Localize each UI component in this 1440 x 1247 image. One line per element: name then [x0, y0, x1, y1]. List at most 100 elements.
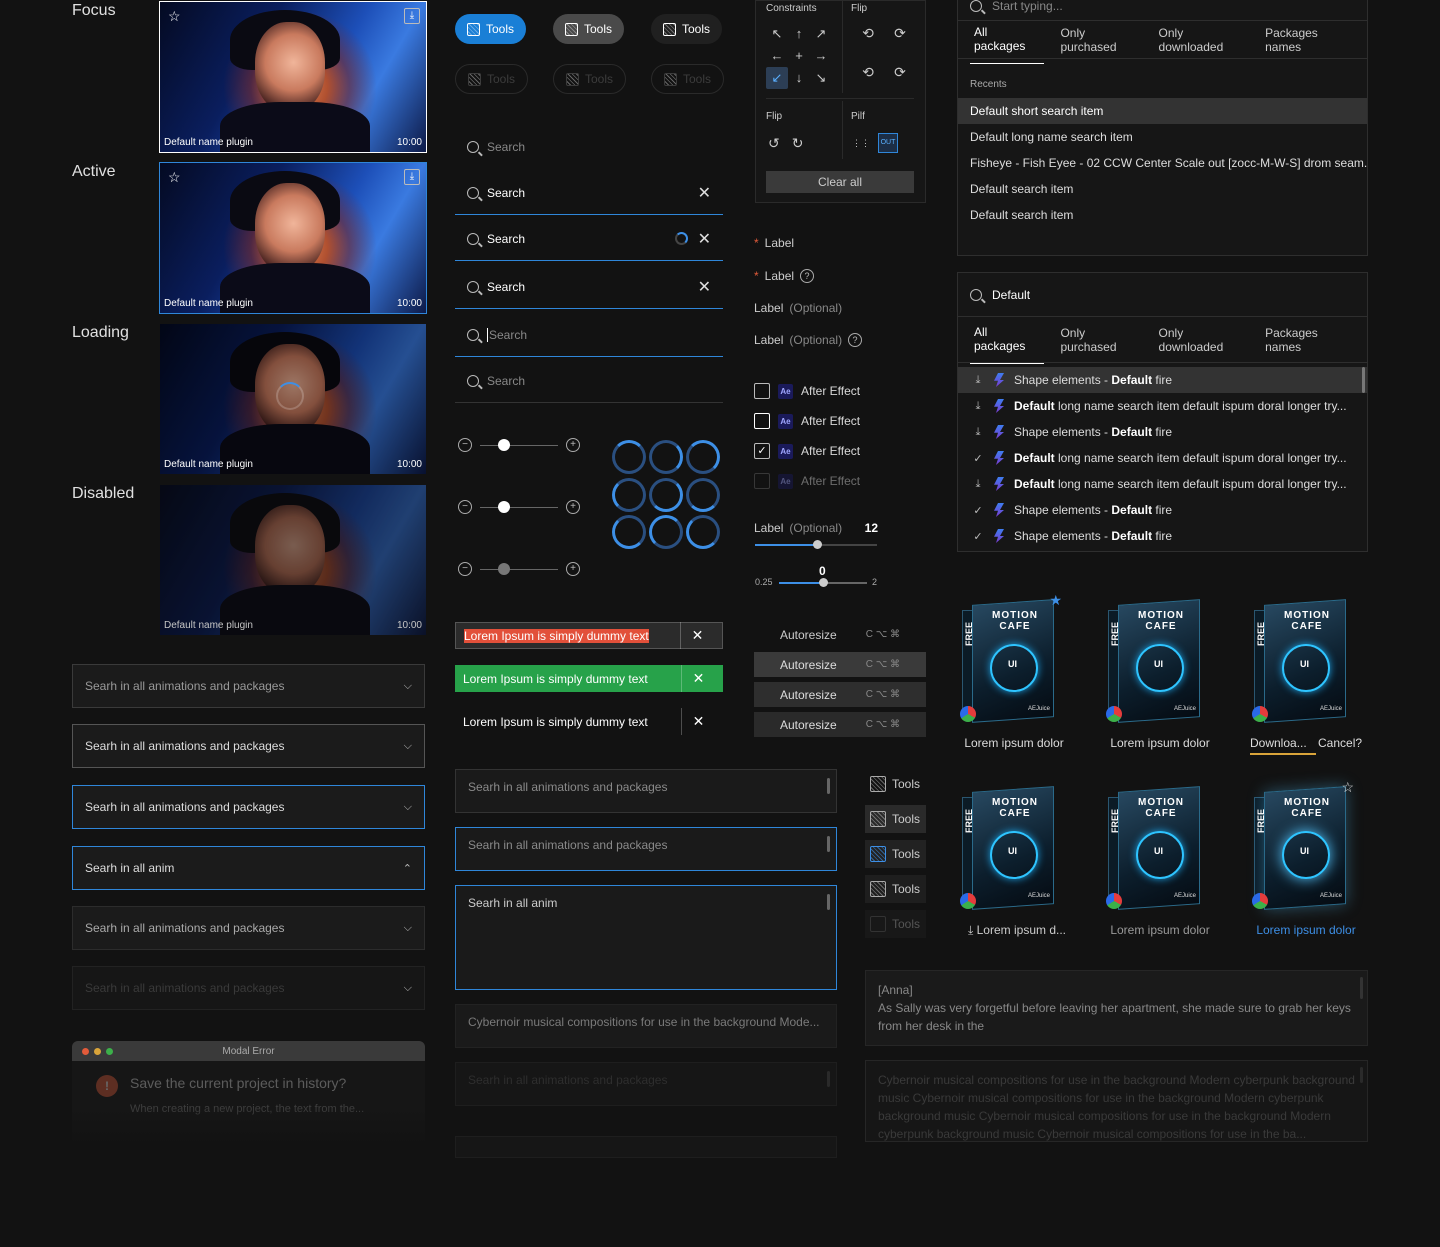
- dropdown-default[interactable]: Searh in all animations and packages ⌵: [72, 664, 425, 708]
- flip-horizontal-icon[interactable]: ⟲: [852, 64, 884, 81]
- zoom-slider-2[interactable]: − +: [458, 499, 580, 515]
- slider-track[interactable]: [480, 438, 558, 451]
- recent-item[interactable]: Default short search item: [958, 98, 1367, 124]
- package-row[interactable]: ⤓ Default long name search item default i…: [958, 393, 1367, 419]
- help-icon[interactable]: ?: [800, 269, 815, 283]
- clear-all-button[interactable]: Clear all: [766, 171, 914, 193]
- center-icon[interactable]: +: [788, 45, 810, 67]
- checkbox-row[interactable]: Ae After Effect: [754, 383, 860, 399]
- close-icon[interactable]: ✕: [681, 665, 715, 692]
- checkbox-checked[interactable]: ✓: [754, 443, 770, 459]
- arrow-sw-icon[interactable]: ↙: [766, 67, 788, 89]
- package-card-box[interactable]: FREE MOTIONCAFE AEJuice: [1106, 779, 1208, 911]
- close-icon[interactable]: ✕: [698, 229, 711, 249]
- plus-icon[interactable]: +: [566, 500, 580, 514]
- packages-search[interactable]: Default: [958, 273, 1367, 317]
- recent-item[interactable]: Default search item: [958, 176, 1367, 202]
- rotate-ccw-icon[interactable]: ⟲: [852, 25, 884, 42]
- autoresize-row-hover[interactable]: Autoresize C ⌥ ⌘: [754, 652, 926, 677]
- package-row[interactable]: ✓ Default long name search item default i…: [958, 445, 1367, 471]
- package-row[interactable]: ✓ Shape elements - Default fire: [958, 523, 1367, 549]
- arrow-n-icon[interactable]: ↑: [788, 23, 810, 45]
- arrow-e-icon[interactable]: →: [810, 45, 832, 67]
- undo-icon[interactable]: ↺: [768, 135, 780, 152]
- plugin-thumb-loading[interactable]: Default name plugin 10:00: [160, 324, 426, 474]
- scrollbar[interactable]: [827, 894, 830, 910]
- package-row[interactable]: ⤓ Shape elements - Default fire: [958, 419, 1367, 445]
- tools-pill-tertiary[interactable]: Tools: [651, 14, 723, 44]
- checkbox[interactable]: [754, 413, 770, 429]
- scrollbar[interactable]: [827, 778, 830, 794]
- scrollbar[interactable]: [827, 836, 830, 852]
- download-icon[interactable]: ⤓: [404, 8, 420, 24]
- range-slider-track[interactable]: [779, 578, 867, 587]
- search-field-focus[interactable]: Search: [455, 313, 723, 357]
- arrow-nw-icon[interactable]: ↖: [766, 23, 788, 45]
- tab-packages-names[interactable]: Packages names: [1265, 326, 1355, 354]
- package-card-box[interactable]: FREE MOTIONCAFE AEJuice: [1106, 592, 1208, 724]
- download-icon[interactable]: ⤓: [972, 400, 984, 413]
- download-icon[interactable]: ⤓: [972, 374, 984, 387]
- package-row[interactable]: ⤓ Shape elements - Default fire: [958, 367, 1367, 393]
- rotate-cw-icon[interactable]: ⟳: [884, 25, 916, 42]
- star-icon[interactable]: ☆: [168, 169, 181, 186]
- scale-in-icon[interactable]: ⋮⋮: [852, 135, 870, 151]
- close-icon[interactable]: ✕: [698, 277, 711, 297]
- dropdown-filled[interactable]: Searh in all animations and packages ⌵: [72, 906, 425, 950]
- plus-icon[interactable]: +: [566, 438, 580, 452]
- tab-only-downloaded[interactable]: Only downloaded: [1159, 326, 1250, 354]
- recent-item[interactable]: Default search item: [958, 202, 1367, 228]
- arrow-se-icon[interactable]: ↘: [810, 67, 832, 89]
- scale-out-icon[interactable]: OUT: [878, 133, 898, 153]
- download-icon[interactable]: ⤓: [404, 169, 420, 185]
- dropdown-focus[interactable]: Searh in all animations and packages ⌵: [72, 785, 425, 829]
- autoresize-row-default[interactable]: Autoresize C ⌥ ⌘: [754, 622, 926, 647]
- package-card-box-hover[interactable]: FREE MOTIONCAFE AEJuice ☆: [1252, 779, 1354, 911]
- dropdown-open[interactable]: Searh in all anim ⌃: [72, 846, 425, 890]
- checkbox-row[interactable]: Ae After Effect: [754, 413, 860, 429]
- search-field-hover[interactable]: Search ✕: [455, 265, 723, 309]
- scrollbar[interactable]: [1362, 367, 1365, 393]
- tab-all-packages[interactable]: All packages: [970, 15, 1045, 64]
- tools-pill-primary[interactable]: Tools: [455, 14, 527, 44]
- download-icon[interactable]: ⤓: [972, 478, 984, 491]
- package-row[interactable]: ✓ Shape elements - Default fire: [958, 497, 1367, 523]
- tab-only-purchased[interactable]: Only purchased: [1060, 326, 1142, 354]
- tab-all-packages[interactable]: All packages: [970, 315, 1045, 364]
- textarea-focus[interactable]: Searh in all animations and packages: [455, 827, 837, 871]
- cancel-download-link[interactable]: Cancel?: [1318, 736, 1362, 750]
- package-row[interactable]: ⤓ Default long name search item default i…: [958, 471, 1367, 497]
- plugin-thumb-active[interactable]: ☆ ⤓ Default name plugin 10:00: [159, 162, 427, 314]
- close-icon[interactable]: ✕: [680, 622, 714, 649]
- search-field-default[interactable]: Search: [455, 125, 723, 169]
- tool-button-hover[interactable]: Tools: [865, 805, 926, 833]
- help-icon[interactable]: ?: [848, 333, 863, 347]
- scrollbar[interactable]: [1360, 977, 1363, 999]
- star-icon[interactable]: ☆: [1341, 779, 1354, 796]
- redo-icon[interactable]: ↻: [792, 135, 804, 152]
- autoresize-row-active[interactable]: Autoresize C ⌥ ⌘: [754, 682, 926, 707]
- package-card-box[interactable]: FREE MOTIONCAFE AEJuice: [960, 779, 1062, 911]
- tool-button-pressed[interactable]: Tools: [865, 875, 926, 903]
- checkbox-row-checked[interactable]: ✓ Ae After Effect: [754, 443, 860, 459]
- tool-button-default[interactable]: Tools: [865, 770, 926, 798]
- recent-item[interactable]: Default long name search item: [958, 124, 1367, 150]
- card-caption-link[interactable]: Lorem ipsum dolor: [1254, 923, 1358, 937]
- dropdown-hover[interactable]: Searh in all animations and packages ⌵: [72, 724, 425, 768]
- search-field-filled[interactable]: Search ✕: [455, 171, 723, 215]
- slider-knob[interactable]: [498, 438, 510, 451]
- arrow-w-icon[interactable]: ←: [766, 45, 788, 67]
- download-icon[interactable]: ⤓: [972, 426, 984, 439]
- minus-icon[interactable]: −: [458, 500, 472, 514]
- value-slider-track[interactable]: [755, 540, 877, 549]
- arrow-s-icon[interactable]: ↓: [788, 67, 810, 89]
- minus-icon[interactable]: −: [458, 438, 472, 452]
- close-icon[interactable]: ✕: [681, 708, 715, 735]
- range-slider-knob[interactable]: [819, 578, 828, 587]
- textarea-expanded[interactable]: Searh in all anim: [455, 885, 837, 990]
- autoresize-row-selected[interactable]: Autoresize C ⌥ ⌘: [754, 712, 926, 737]
- tab-only-downloaded[interactable]: Only downloaded: [1159, 26, 1250, 54]
- tools-pill-secondary[interactable]: Tools: [553, 14, 625, 44]
- arrow-ne-icon[interactable]: ↗: [810, 23, 832, 45]
- plugin-thumb-focus[interactable]: ☆ ⤓ Default name plugin 10:00: [159, 1, 427, 153]
